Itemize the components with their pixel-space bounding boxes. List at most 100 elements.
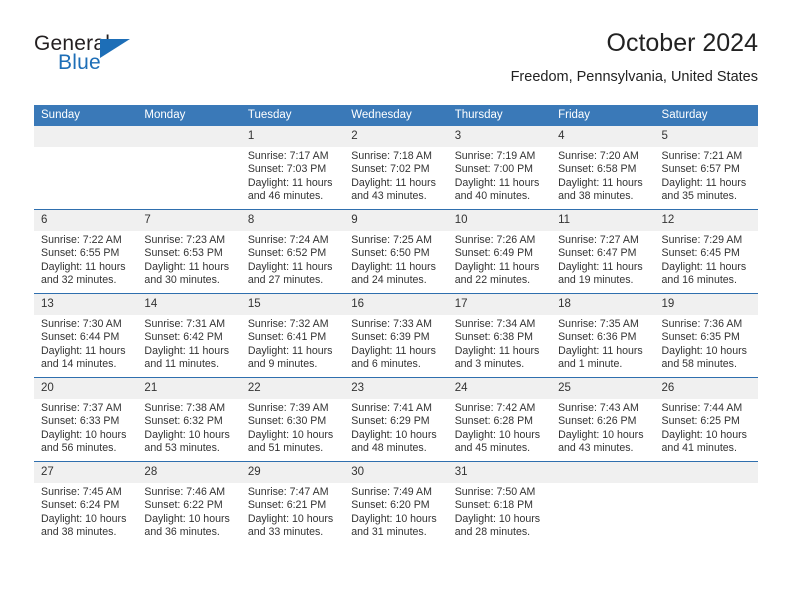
- calendar-day-cell[interactable]: 31 Sunrise: 7:50 AM Sunset: 6:18 PM Dayligh…: [447, 461, 552, 545]
- calendar-day-cell[interactable]: 3 Sunrise: 7:19 AM Sunset: 7:00 PM Daylight…: [447, 126, 552, 210]
- day-detail-line: and 6 minutes.: [351, 358, 421, 371]
- day-detail-line: Sunrise: 7:24 AM: [247, 234, 329, 246]
- calendar-day-cell[interactable]: 13 Sunrise: 7:30 AM Sunset: 6:44 PM Dayligh…: [34, 293, 138, 378]
- day-detail-line: Sunset: 6:22 PM: [144, 499, 223, 512]
- day-sun-details: Sunrise: 7:19 AM Sunset: 7:00 PM Daylight:…: [448, 147, 551, 204]
- day-number: 10: [447, 210, 552, 231]
- day-detail-line: Sunrise: 7:20 AM: [558, 150, 639, 162]
- calendar-week-row: 6 Sunrise: 7:22 AM Sunset: 6:55 PM Daylight…: [34, 209, 758, 294]
- calendar-day-cell[interactable]: 17 Sunrise: 7:34 AM Sunset: 6:38 PM Dayligh…: [447, 293, 552, 378]
- day-detail-line: Daylight: 11 hours: [558, 260, 643, 273]
- day-number: 1: [240, 126, 345, 147]
- day-detail-line: Sunset: 6:36 PM: [558, 331, 637, 344]
- day-detail-line: and 48 minutes.: [351, 442, 427, 455]
- day-sun-details: Sunrise: 7:18 AM Sunset: 7:02 PM Daylight:…: [344, 147, 447, 204]
- day-number: 8: [240, 210, 345, 231]
- day-detail-line: Sunset: 6:28 PM: [454, 415, 534, 428]
- calendar-day-cell[interactable]: 6 Sunrise: 7:22 AM Sunset: 6:55 PM Daylight…: [34, 209, 138, 294]
- day-detail-line: Sunrise: 7:34 AM: [454, 318, 536, 330]
- day-detail-line: Daylight: 10 hours: [41, 512, 127, 525]
- calendar-day-cell[interactable]: 7 Sunrise: 7:23 AM Sunset: 6:53 PM Daylight…: [137, 209, 241, 294]
- calendar-day-cell[interactable]: 16 Sunrise: 7:33 AM Sunset: 6:39 PM Dayligh…: [344, 293, 448, 378]
- calendar-day-cell[interactable]: 30 Sunrise: 7:49 AM Sunset: 6:20 PM Dayligh…: [344, 461, 448, 545]
- day-detail-line: Sunset: 7:00 PM: [454, 163, 534, 176]
- day-sun-details: Sunrise: 7:50 AM Sunset: 6:18 PM Daylight:…: [448, 483, 551, 540]
- calendar-day-cell[interactable]: 18 Sunrise: 7:35 AM Sunset: 6:36 PM Dayligh…: [551, 293, 655, 378]
- day-detail-line: Daylight: 11 hours: [454, 176, 540, 189]
- day-sun-details: Sunrise: 7:38 AM Sunset: 6:32 PM Daylight:…: [137, 399, 240, 456]
- calendar-day-cell[interactable]: 8 Sunrise: 7:24 AM Sunset: 6:52 PM Daylight…: [240, 209, 345, 294]
- calendar-day-cell[interactable]: 5 Sunrise: 7:21 AM Sunset: 6:57 PM Daylight…: [654, 126, 758, 210]
- day-number: 24: [447, 378, 552, 399]
- day-number: 9: [344, 210, 448, 231]
- calendar-week-row: 20 Sunrise: 7:37 AM Sunset: 6:33 PM Dayligh…: [34, 377, 758, 462]
- page-header: General Blue October 2024 Freedom, Penns…: [34, 28, 758, 98]
- calendar-day-cell[interactable]: 19 Sunrise: 7:36 AM Sunset: 6:35 PM Dayligh…: [654, 293, 758, 378]
- day-detail-line: and 38 minutes.: [558, 190, 634, 203]
- title-block: October 2024 Freedom, Pennsylvania, Unit…: [511, 28, 758, 87]
- calendar-day-cell[interactable]: 23 Sunrise: 7:41 AM Sunset: 6:29 PM Dayligh…: [344, 377, 448, 462]
- day-detail-line: Sunrise: 7:33 AM: [351, 318, 432, 330]
- calendar-day-cell[interactable]: 10 Sunrise: 7:26 AM Sunset: 6:49 PM Dayligh…: [447, 209, 552, 294]
- day-sun-details: Sunrise: 7:27 AM Sunset: 6:47 PM Daylight:…: [551, 231, 654, 288]
- day-detail-line: Sunrise: 7:44 AM: [661, 402, 743, 414]
- day-detail-line: Sunrise: 7:17 AM: [247, 150, 329, 162]
- day-detail-line: Sunset: 6:20 PM: [351, 499, 430, 512]
- calendar-day-cell[interactable]: 2 Sunrise: 7:18 AM Sunset: 7:02 PM Daylight…: [344, 126, 448, 210]
- calendar-day-cell[interactable]: 20 Sunrise: 7:37 AM Sunset: 6:33 PM Dayligh…: [34, 377, 138, 462]
- day-number: 31: [447, 462, 552, 483]
- weekday-header-thursday: Thursday: [447, 105, 552, 126]
- calendar-day-cell[interactable]: 15 Sunrise: 7:32 AM Sunset: 6:41 PM Dayligh…: [240, 293, 345, 378]
- day-detail-line: Sunset: 6:53 PM: [144, 247, 223, 260]
- day-sun-details: Sunrise: 7:25 AM Sunset: 6:50 PM Daylight:…: [344, 231, 447, 288]
- day-detail-line: Sunrise: 7:32 AM: [247, 318, 329, 330]
- calendar-day-cell[interactable]: 27 Sunrise: 7:45 AM Sunset: 6:24 PM Dayligh…: [34, 461, 138, 545]
- calendar-page: General Blue October 2024 Freedom, Penns…: [0, 0, 792, 612]
- day-number: 11: [551, 210, 655, 231]
- calendar-week-row: 13 Sunrise: 7:30 AM Sunset: 6:44 PM Dayligh…: [34, 293, 758, 378]
- day-detail-line: Daylight: 11 hours: [144, 260, 230, 273]
- calendar-day-cell[interactable]: 9 Sunrise: 7:25 AM Sunset: 6:50 PM Daylight…: [344, 209, 448, 294]
- calendar-day-cell[interactable]: 26 Sunrise: 7:44 AM Sunset: 6:25 PM Dayligh…: [654, 377, 758, 462]
- calendar-day-cell[interactable]: 28 Sunrise: 7:46 AM Sunset: 6:22 PM Dayligh…: [137, 461, 241, 545]
- calendar-day-cell[interactable]: 12 Sunrise: 7:29 AM Sunset: 6:45 PM Dayligh…: [654, 209, 758, 294]
- day-number: [34, 126, 138, 147]
- calendar-day-cell[interactable]: 29 Sunrise: 7:47 AM Sunset: 6:21 PM Dayligh…: [240, 461, 345, 545]
- calendar-day-cell[interactable]: 11 Sunrise: 7:27 AM Sunset: 6:47 PM Dayligh…: [551, 209, 655, 294]
- weekday-header-tuesday: Tuesday: [240, 105, 345, 126]
- calendar-day-cell[interactable]: 22 Sunrise: 7:39 AM Sunset: 6:30 PM Dayligh…: [240, 377, 345, 462]
- day-detail-line: and 1 minute.: [558, 358, 623, 371]
- page-title: October 2024: [606, 29, 759, 57]
- day-detail-line: Daylight: 11 hours: [351, 344, 436, 357]
- day-detail-line: Sunrise: 7:42 AM: [454, 402, 536, 414]
- day-detail-line: Sunrise: 7:26 AM: [454, 234, 536, 246]
- calendar-day-cell[interactable]: 24 Sunrise: 7:42 AM Sunset: 6:28 PM Dayligh…: [447, 377, 552, 462]
- day-number: 7: [137, 210, 241, 231]
- day-detail-line: Daylight: 11 hours: [247, 260, 333, 273]
- day-detail-line: Daylight: 11 hours: [454, 344, 540, 357]
- day-detail-line: Sunset: 6:26 PM: [558, 415, 637, 428]
- day-detail-line: Daylight: 11 hours: [351, 260, 436, 273]
- day-number: 30: [344, 462, 448, 483]
- day-detail-line: and 43 minutes.: [351, 190, 427, 203]
- day-number: [137, 126, 241, 147]
- calendar-day-cell[interactable]: 25 Sunrise: 7:43 AM Sunset: 6:26 PM Dayligh…: [551, 377, 655, 462]
- calendar-day-cell[interactable]: 21 Sunrise: 7:38 AM Sunset: 6:32 PM Dayligh…: [137, 377, 241, 462]
- day-detail-line: Sunset: 6:47 PM: [558, 247, 637, 260]
- day-detail-line: Daylight: 10 hours: [454, 428, 541, 441]
- calendar-day-cell-empty: [137, 126, 241, 210]
- day-detail-line: and 27 minutes.: [247, 274, 324, 287]
- day-detail-line: Sunset: 6:35 PM: [661, 331, 740, 344]
- day-detail-line: and 33 minutes.: [247, 526, 324, 539]
- calendar-day-cell[interactable]: 4 Sunrise: 7:20 AM Sunset: 6:58 PM Daylight…: [551, 126, 655, 210]
- day-sun-details: Sunrise: 7:33 AM Sunset: 6:39 PM Daylight:…: [344, 315, 447, 372]
- calendar-day-cell[interactable]: 14 Sunrise: 7:31 AM Sunset: 6:42 PM Dayligh…: [137, 293, 241, 378]
- day-number: 29: [240, 462, 345, 483]
- day-detail-line: Daylight: 11 hours: [661, 260, 747, 273]
- calendar-day-cell[interactable]: 1 Sunrise: 7:17 AM Sunset: 7:03 PM Daylight…: [240, 126, 345, 210]
- day-detail-line: and 51 minutes.: [247, 442, 324, 455]
- calendar-day-cell-empty: [34, 126, 138, 210]
- weekday-header-wednesday: Wednesday: [344, 105, 448, 126]
- day-number: 18: [551, 294, 655, 315]
- day-detail-line: Sunset: 6:44 PM: [41, 331, 120, 344]
